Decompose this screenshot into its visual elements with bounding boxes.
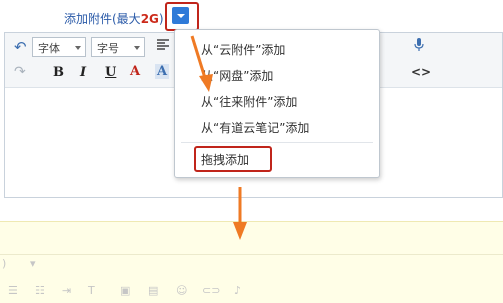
arrow-to-drag-add <box>190 35 213 92</box>
annotation-arrows <box>190 35 247 240</box>
arrow-to-drop-zone <box>233 187 247 240</box>
